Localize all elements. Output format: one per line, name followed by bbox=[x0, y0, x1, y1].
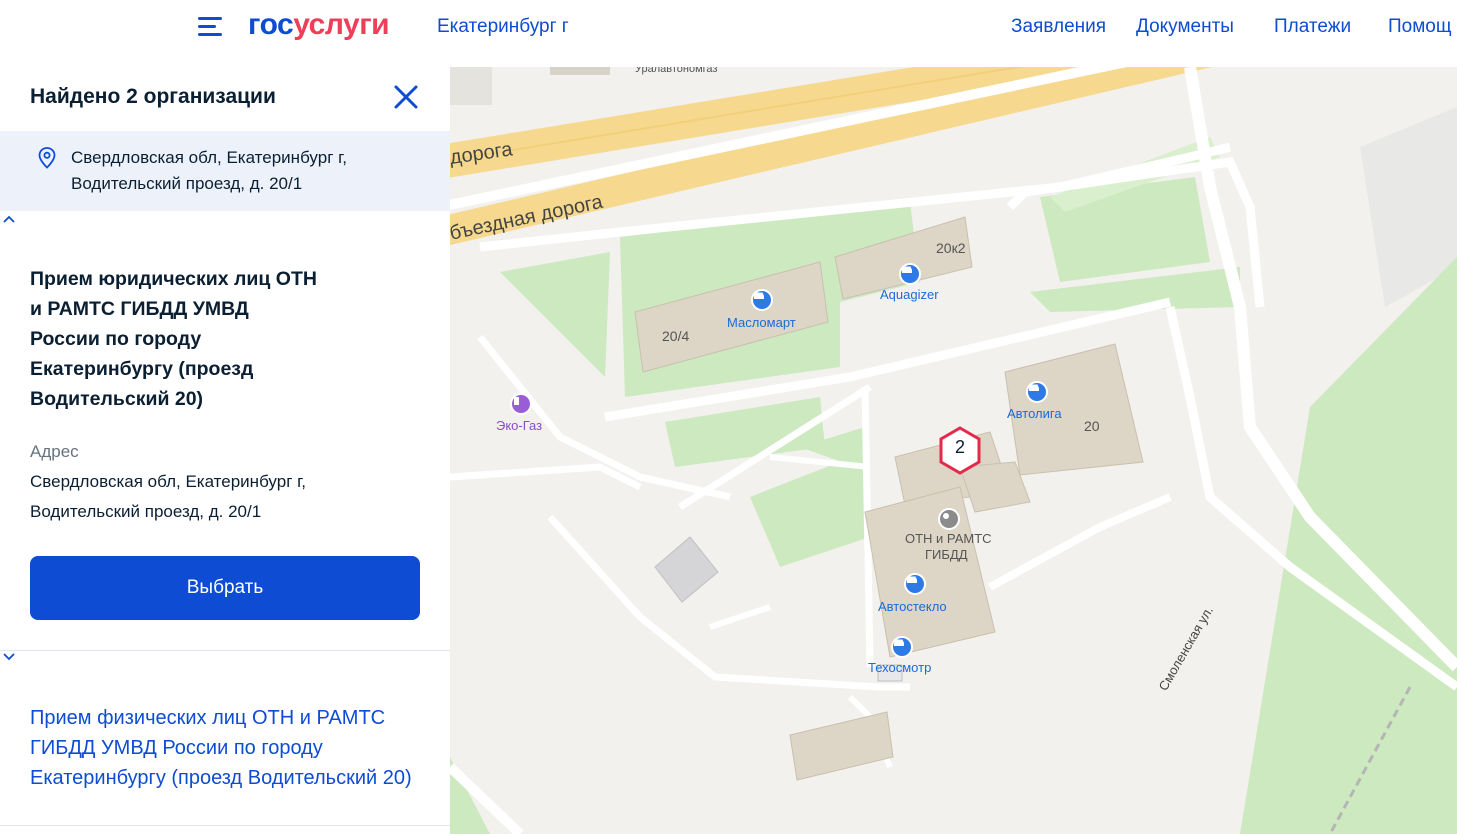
building bbox=[864, 486, 996, 658]
org1-name-line: Прием юридических лиц ОТН bbox=[30, 268, 317, 290]
org1-name-line: и РАМТС ГИБДД УМВД bbox=[30, 298, 249, 320]
poi-label: Эко-Газ bbox=[496, 418, 543, 433]
building bbox=[654, 536, 719, 603]
org1-address-line2: Водительский проезд, д. 20/1 bbox=[30, 502, 262, 521]
poi-label: ОТН и РАМТС bbox=[905, 531, 992, 546]
search-address: Свердловская обл, Екатеринбург г, Водите… bbox=[71, 145, 347, 197]
poi-label: Техосмотр bbox=[868, 660, 932, 675]
search-address-box: Свердловская обл, Екатеринбург г, Водите… bbox=[0, 131, 450, 211]
logo-part2: услуги bbox=[293, 8, 390, 41]
org1-name-line: Водительский 20) bbox=[30, 388, 204, 410]
select-button[interactable]: Выбрать bbox=[30, 556, 420, 620]
city-selector[interactable]: Екатеринбург г bbox=[437, 16, 569, 38]
poi-label: Автолига bbox=[1007, 406, 1062, 421]
divider bbox=[0, 825, 450, 826]
gosuslugi-logo[interactable]: госуслуги bbox=[248, 8, 390, 42]
results-title: Найдено 2 организации bbox=[30, 85, 276, 108]
org2-name-line: Прием физических лиц ОТН и РАМТС bbox=[30, 707, 386, 729]
park-area bbox=[1240, 257, 1457, 834]
building bbox=[550, 67, 610, 75]
org1-address: Свердловская обл, Екатеринбург г, Водите… bbox=[30, 467, 306, 527]
building bbox=[789, 711, 894, 781]
car-service-icon[interactable] bbox=[904, 573, 926, 595]
map-view[interactable]: дорога бъездная дорога Смоленская ул. Ур… bbox=[450, 67, 1457, 834]
results-panel: Найдено 2 организации Свердловская обл, … bbox=[0, 67, 450, 834]
police-icon[interactable] bbox=[938, 508, 960, 530]
org2-name-line: Екатеринбургу (проезд Водительский 20) bbox=[30, 767, 412, 789]
poi-label: Aquagizer bbox=[880, 287, 939, 302]
road bbox=[709, 604, 771, 630]
org1-name: Прием юридических лиц ОТН и РАМТС ГИБДД … bbox=[30, 264, 330, 414]
car-service-icon[interactable] bbox=[1026, 381, 1048, 403]
nav-payments[interactable]: Платежи bbox=[1274, 16, 1351, 38]
nav-applications[interactable]: Заявления bbox=[1011, 16, 1106, 38]
top-header: госуслуги Екатеринбург г Заявления Докум… bbox=[0, 0, 1457, 67]
search-address-line1: Свердловская обл, Екатеринбург г, bbox=[71, 148, 347, 167]
road bbox=[450, 463, 642, 491]
car-service-icon[interactable] bbox=[751, 289, 773, 311]
map-block bbox=[450, 67, 492, 105]
car-service-icon[interactable] bbox=[899, 263, 921, 285]
search-address-line2: Водительский проезд, д. 20/1 bbox=[71, 174, 303, 193]
location-pin-icon bbox=[38, 147, 56, 169]
park-area bbox=[500, 252, 610, 377]
poi-label: ГИБДД bbox=[925, 547, 968, 562]
park-area bbox=[750, 452, 870, 567]
org2-link[interactable]: Прием физических лиц ОТН и РАМТС ГИБДД У… bbox=[30, 703, 430, 793]
logo-part1: гос bbox=[248, 8, 294, 41]
divider bbox=[0, 650, 450, 651]
map-label: Уралавтономгаз bbox=[635, 67, 718, 75]
chevron-down-icon[interactable] bbox=[3, 653, 15, 661]
gas-station-icon[interactable] bbox=[510, 393, 532, 415]
poi-label: Автостекло bbox=[878, 599, 947, 614]
address-label: Адрес bbox=[30, 442, 79, 461]
nav-help[interactable]: Помощ bbox=[1388, 16, 1452, 38]
menu-icon[interactable] bbox=[198, 15, 224, 39]
road bbox=[988, 493, 1172, 591]
org2-name-line: ГИБДД УМВД России по городу bbox=[30, 737, 323, 759]
org1-name-line: России по городу bbox=[30, 328, 202, 350]
road bbox=[547, 514, 910, 691]
org1-address-line1: Свердловская обл, Екатеринбург г, bbox=[30, 472, 306, 491]
chevron-up-icon[interactable] bbox=[3, 215, 15, 223]
poi-label: Масломарт bbox=[727, 315, 796, 330]
org1-name-line: Екатеринбургу (проезд bbox=[30, 358, 254, 380]
cluster-count: 2 bbox=[954, 437, 965, 457]
building-number: 20к2 bbox=[936, 240, 966, 256]
car-service-icon[interactable] bbox=[891, 636, 913, 658]
building-number: 20 bbox=[1084, 418, 1100, 434]
close-icon[interactable] bbox=[392, 83, 420, 111]
building-number: 20/4 bbox=[662, 328, 690, 344]
nav-documents[interactable]: Документы bbox=[1136, 16, 1234, 38]
cluster-marker[interactable]: 2 bbox=[936, 425, 984, 477]
